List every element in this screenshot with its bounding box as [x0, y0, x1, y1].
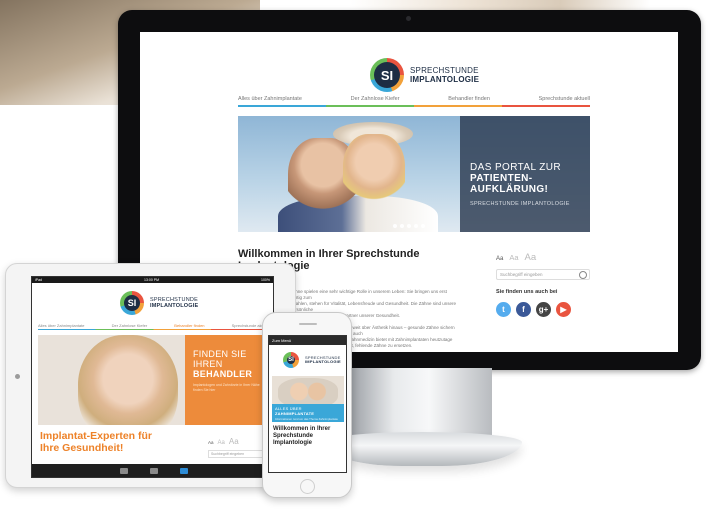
nav-item-implantate[interactable]: Alles über Zahnimplantate [38, 323, 84, 328]
hero-subline: SPRECHSTUNDE IMPLANTOLOGIE [470, 201, 570, 207]
slider-dot[interactable] [400, 224, 404, 228]
phone-device: Zum Menü SI SPRECHSTUNDE IMPLANTOLOGIE AL… [262, 312, 352, 498]
font-size-large[interactable]: Aa [229, 437, 239, 446]
hero-photo-woman [78, 335, 178, 425]
social-heading: Sie finden uns auch bei [496, 289, 558, 295]
tablet-device: iPad 13:00 PM 100% SI SPRECHSTUNDE IMPLANTO… [5, 263, 296, 488]
phone-hero-band: ALLES ÜBER ZAHNIMPLANTATE Informationen … [272, 404, 344, 422]
font-size-small[interactable]: Aa [496, 256, 503, 262]
phone-hero[interactable]: ALLES ÜBER ZAHNIMPLANTATE Informationen … [272, 376, 344, 422]
tablet-sidebar: Aa Aa Aa Suchbegriff eingeben [208, 437, 270, 458]
monitor-stand-neck [352, 368, 492, 438]
font-size-small[interactable]: Aa [208, 440, 214, 445]
logo-text: SPRECHSTUNDE IMPLANTOLOGIE [305, 354, 341, 364]
home-button[interactable] [300, 479, 315, 494]
facebook-icon[interactable]: f [516, 302, 531, 317]
tablet-hero-overlay: FINDEN SIE IHREN BEHANDLER Implantologen… [185, 335, 269, 425]
phone-page-title: Willkommen in Ihrer Sprechstunde Implant… [273, 426, 331, 446]
tablet-nav: Alles über Zahnimplantate Der Zahnlose K… [38, 323, 269, 328]
hero-line-2: PATIENTEN- [470, 173, 533, 184]
logo-text: SPRECHSTUNDE IMPLANTOLOGIE [410, 66, 480, 84]
phone-logo[interactable]: SI SPRECHSTUNDE IMPLANTOLOGIE [283, 352, 341, 368]
home-icon[interactable] [149, 467, 158, 474]
slider-dot[interactable] [393, 224, 397, 228]
slider-dots [393, 224, 425, 228]
nav-item-kiefer[interactable]: Der Zahnlose Kiefer [112, 323, 148, 328]
font-size-switcher: Aa Aa Aa [496, 252, 590, 263]
camera-icon[interactable] [119, 467, 128, 474]
nav-item-aktuell[interactable]: Sprechstunde aktuell [539, 96, 590, 105]
nav-item-kiefer[interactable]: Der Zahnlose Kiefer [351, 96, 400, 105]
logo-mark-icon: SI [120, 291, 144, 315]
slider-dot[interactable] [414, 224, 418, 228]
youtube-icon[interactable]: ▶ [556, 302, 571, 317]
phone-menu-bar[interactable]: Zum Menü [269, 336, 346, 345]
nav-color-bar [38, 329, 269, 330]
logo-mark-icon: SI [283, 352, 299, 368]
phone-screen: Zum Menü SI SPRECHSTUNDE IMPLANTOLOGIE AL… [268, 335, 347, 473]
tablet-logo[interactable]: SI SPRECHSTUNDE IMPLANTOLOGIE [120, 291, 198, 315]
social-links: t f g+ ▶ [496, 302, 590, 317]
logo-text: SPRECHSTUNDE IMPLANTOLOGIE [150, 297, 199, 309]
hero-line-1: DAS PORTAL ZUR [470, 162, 561, 173]
sidebar: Aa Aa Aa Suchbegriff eingeben Sie finden u… [496, 252, 590, 317]
slider-dot[interactable] [407, 224, 411, 228]
hero-slider[interactable]: DAS PORTAL ZUR PATIENTEN- AUFKLÄRUNG! SP… [238, 116, 590, 232]
search-input[interactable]: Suchbegriff eingeben [496, 269, 590, 280]
showcase-canvas: SI SPRECHSTUNDE IMPLANTOLOGIE Alles über … [0, 0, 711, 513]
nav-item-behandler[interactable]: Behandler finden [174, 323, 204, 328]
search-icon[interactable] [579, 271, 587, 279]
hero-photo-woman [343, 134, 405, 214]
star-icon[interactable] [179, 467, 188, 474]
nav-color-bar [238, 105, 590, 107]
site-logo[interactable]: SI SPRECHSTUNDE IMPLANTOLOGIE [370, 58, 479, 92]
tablet-page-title: Implantat-Experten für Ihre Gesundheit! [40, 430, 153, 454]
monitor-stand-base [322, 432, 522, 466]
tablet-hero[interactable]: FINDEN SIE IHREN BEHANDLER Implantologen… [38, 335, 269, 425]
font-size-switcher: Aa Aa Aa [208, 437, 270, 446]
hero-overlay: DAS PORTAL ZUR PATIENTEN- AUFKLÄRUNG! SP… [460, 116, 590, 232]
slider-dot[interactable] [421, 224, 425, 228]
phone-speaker [299, 323, 317, 325]
tablet-tab-bar [32, 464, 273, 477]
nav-item-behandler[interactable]: Behandler finden [448, 96, 490, 105]
tablet-status-bar: iPad 13:00 PM 100% [32, 277, 273, 283]
search-input[interactable]: Suchbegriff eingeben [208, 450, 270, 458]
tablet-screen: iPad 13:00 PM 100% SI SPRECHSTUNDE IMPLANTO… [31, 276, 274, 478]
twitter-icon[interactable]: t [496, 302, 511, 317]
font-size-large[interactable]: Aa [525, 252, 537, 263]
camera-dot [406, 16, 411, 21]
font-size-medium[interactable]: Aa [509, 253, 518, 262]
hero-line-3: AUFKLÄRUNG! [470, 184, 549, 195]
logo-mark-icon: SI [370, 58, 404, 92]
nav-item-implantate[interactable]: Alles über Zahnimplantate [238, 96, 302, 105]
main-nav: Alles über Zahnimplantate Der Zahnlose K… [238, 96, 590, 105]
menu-label[interactable]: Zum Menü [272, 338, 291, 343]
googleplus-icon[interactable]: g+ [536, 302, 551, 317]
font-size-medium[interactable]: Aa [218, 440, 225, 446]
tablet-camera [15, 374, 20, 379]
